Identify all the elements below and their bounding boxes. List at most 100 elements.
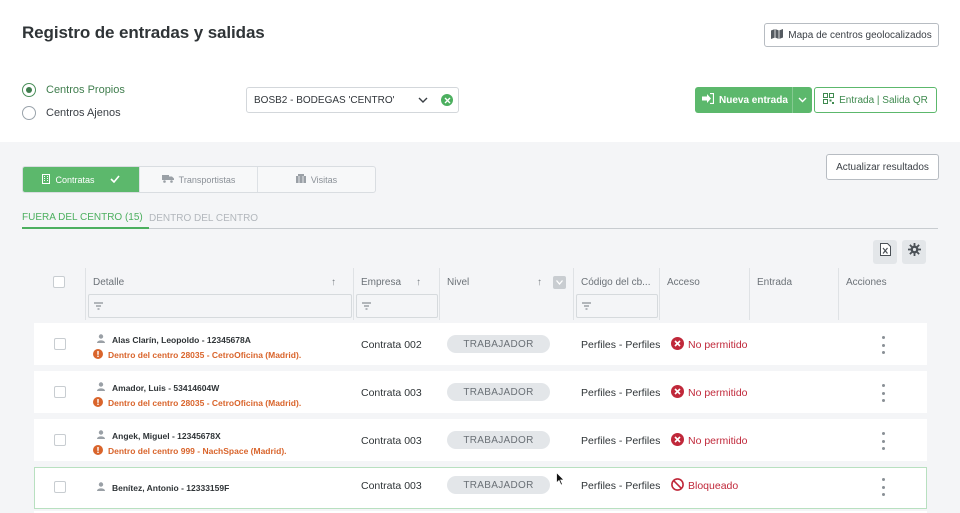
export-excel-button[interactable] (873, 240, 897, 264)
codigo-cell: Perfiles - Perfiles (581, 339, 661, 351)
tab-dentro-del-centro[interactable]: DENTRO DEL CENTRO (149, 207, 264, 229)
person-name: Benítez, Antonio - 12333159F (112, 482, 230, 493)
sort-arrow-up-icon[interactable]: ↑ (416, 277, 421, 288)
column-label: Detalle (93, 277, 125, 288)
column-codigo[interactable]: Código del cb... (573, 268, 659, 320)
radio-centros-propios[interactable]: Centros Propios (22, 83, 125, 97)
empresa-filter-input[interactable] (356, 294, 438, 318)
radio-indicator[interactable] (22, 83, 36, 97)
person-name: Alas Clarín, Leopoldo - 12345678A (112, 334, 251, 345)
refresh-results-button[interactable]: Actualizar resultados (826, 154, 939, 180)
column-detalle[interactable]: Detalle ↑ (85, 268, 353, 320)
chevron-down-icon[interactable] (418, 96, 428, 107)
person-name-cell: Benítez, Antonio - 12333159F (97, 482, 229, 493)
empresa-cell: Contrata 002 (361, 339, 422, 351)
id-badge-icon (295, 174, 306, 185)
warning-circle-icon (93, 445, 103, 457)
x-circle-icon (671, 385, 684, 401)
table-row[interactable]: Benítez, Antonio - 12333159F Contrata 00… (34, 467, 927, 509)
location-warning: Dentro del centro 999 - NachSpace (Madri… (93, 445, 287, 457)
user-icon (97, 482, 105, 493)
column-nivel[interactable]: Nivel ↑ (439, 268, 573, 320)
location-tabs: FUERA DEL CENTRO (15) DENTRO DEL CENTRO (22, 207, 938, 229)
column-label: Nivel (447, 277, 470, 288)
row-actions-menu[interactable] (879, 478, 887, 496)
access-status: No permitido (671, 385, 748, 401)
nivel-badge: TRABAJADOR (447, 431, 550, 449)
select-all-checkbox[interactable] (53, 276, 65, 288)
filter-icon (94, 297, 103, 315)
nivel-badge: TRABAJADOR (447, 335, 550, 353)
column-acceso[interactable]: Acceso (659, 268, 749, 320)
x-circle-icon (671, 433, 684, 449)
table-row[interactable]: Alas Clarín, Leopoldo - 12345678A Dentro… (34, 323, 927, 365)
refresh-button-label: Actualizar resultados (836, 161, 929, 173)
user-icon (97, 334, 105, 345)
mouse-cursor-icon (556, 471, 565, 491)
access-status: Bloqueado (671, 478, 738, 494)
segment-contratas[interactable]: Contratas (23, 167, 140, 192)
codigo-filter-input[interactable] (576, 294, 658, 318)
row-checkbox[interactable] (54, 434, 66, 446)
qr-code-icon (823, 93, 835, 107)
row-checkbox[interactable] (54, 338, 66, 350)
codigo-cell: Perfiles - Perfiles (581, 480, 661, 492)
row-actions-menu[interactable] (879, 384, 887, 402)
segment-label: Visitas (310, 174, 338, 185)
tab-fuera-del-centro[interactable]: FUERA DEL CENTRO (15) (22, 207, 149, 229)
row-actions-menu[interactable] (879, 432, 887, 450)
blocked-icon (671, 478, 684, 494)
category-segmented-control: Contratas Transportistas Visitas (22, 166, 376, 193)
radio-label: Centros Propios (46, 84, 125, 96)
page-title: Registro de entradas y salidas (22, 23, 265, 42)
person-name-cell: Amador, Luis - 53414604W (97, 382, 219, 393)
sort-arrow-up-icon[interactable]: ↑ (331, 277, 336, 288)
column-empresa[interactable]: Empresa ↑ (353, 268, 439, 320)
codigo-cell: Perfiles - Perfiles (581, 435, 661, 447)
segment-visitas[interactable]: Visitas (258, 167, 375, 192)
person-name: Amador, Luis - 53414604W (112, 382, 220, 393)
detalle-filter-input[interactable] (88, 294, 352, 318)
access-status: No permitido (671, 337, 748, 353)
chevron-down-icon[interactable] (553, 276, 566, 289)
access-status-text: No permitido (688, 339, 748, 351)
column-label: Código del cb... (581, 277, 651, 288)
radio-indicator[interactable] (22, 106, 36, 120)
segment-transportistas[interactable]: Transportistas (140, 167, 258, 192)
segment-label: Transportistas (178, 174, 236, 185)
truck-icon (161, 174, 174, 185)
check-icon (109, 174, 120, 185)
table-row[interactable]: Amador, Luis - 53414604W Dentro del cent… (34, 371, 927, 413)
qr-entry-exit-button[interactable]: Entrada | Salida QR (814, 87, 937, 113)
table-settings-button[interactable] (902, 240, 926, 264)
row-actions-menu[interactable] (879, 336, 887, 354)
new-entry-button[interactable]: Nueva entrada (695, 87, 812, 113)
row-checkbox[interactable] (54, 481, 66, 493)
location-warning: Dentro del centro 28035 - CetroOficina (… (93, 397, 301, 409)
new-entry-dropdown-toggle[interactable] (792, 87, 812, 113)
center-select-value: BOSB2 - BODEGAS 'CENTRO' (254, 94, 395, 106)
radio-centros-ajenos[interactable]: Centros Ajenos (22, 106, 121, 120)
column-label: Acceso (667, 277, 700, 288)
center-select[interactable]: BOSB2 - BODEGAS 'CENTRO' (246, 87, 459, 113)
filter-icon (362, 297, 371, 315)
nivel-badge: TRABAJADOR (447, 383, 550, 401)
empresa-cell: Contrata 003 (361, 387, 422, 399)
table-row[interactable]: Angek, Miguel - 12345678X Dentro del cen… (34, 419, 927, 461)
filter-icon (582, 297, 591, 315)
warning-text: Dentro del centro 28035 - CetroOficina (… (108, 398, 302, 408)
warning-circle-icon (93, 349, 103, 361)
map-button[interactable]: Mapa de centros geolocalizados (764, 23, 939, 47)
access-status-text: No permitido (688, 435, 748, 447)
access-status-text: Bloqueado (688, 480, 739, 492)
sort-arrow-up-icon[interactable]: ↑ (537, 277, 542, 288)
x-circle-icon (671, 337, 684, 353)
column-entrada[interactable]: Entrada (749, 268, 838, 320)
warning-text: Dentro del centro 999 - NachSpace (Madri… (108, 446, 287, 456)
row-checkbox[interactable] (54, 386, 66, 398)
person-name-cell: Alas Clarín, Leopoldo - 12345678A (97, 334, 251, 345)
person-name: Angek, Miguel - 12345678X (112, 430, 221, 441)
clear-select-icon[interactable] (441, 94, 453, 106)
codigo-cell: Perfiles - Perfiles (581, 387, 661, 399)
empresa-cell: Contrata 003 (361, 435, 422, 447)
